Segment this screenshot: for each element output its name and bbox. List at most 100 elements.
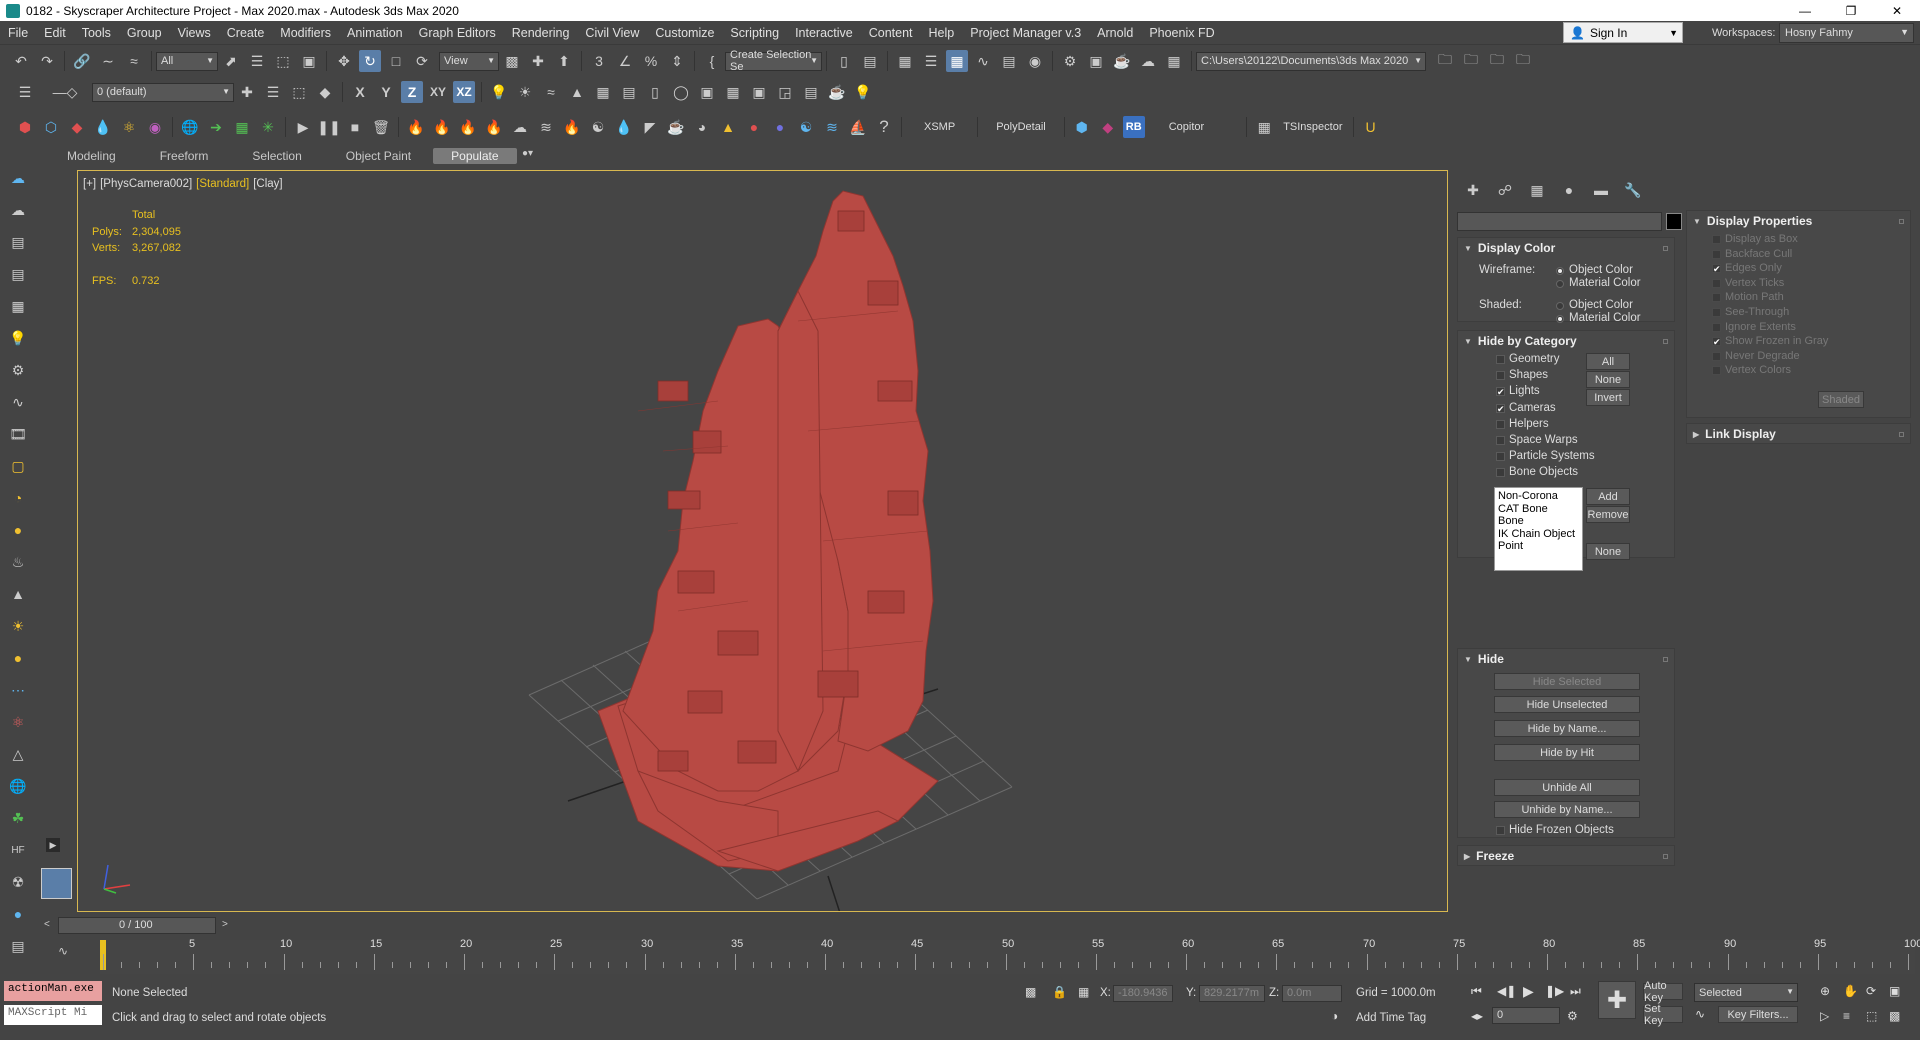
time-slider[interactable]: 0 / 100	[58, 917, 216, 934]
align-icon[interactable]: ▤	[859, 50, 881, 72]
sphere-grid-icon[interactable]: 🌐	[179, 116, 201, 138]
close-button[interactable]: ✕	[1874, 0, 1920, 21]
camera-icon[interactable]: ▣	[696, 81, 718, 103]
stairs-icon[interactable]: ▤	[618, 81, 640, 103]
toggle-ribbon-icon[interactable]: ▦	[946, 50, 968, 72]
perspective-viewport[interactable]: [+] [PhysCamera002] [Standard] [Clay] To…	[77, 170, 1448, 912]
globe-icon[interactable]: 🌐	[5, 774, 31, 798]
fire-liquid-icon[interactable]: 🔥	[483, 116, 505, 138]
workspace-select[interactable]: Hosny Fahmy ▼	[1779, 23, 1914, 43]
light-icon[interactable]: 💡	[488, 81, 510, 103]
maximize-viewport-icon[interactable]: ▣	[1889, 984, 1900, 998]
render-production-icon[interactable]: ☕	[1111, 50, 1133, 72]
polydetail-button[interactable]: PolyDetail	[982, 121, 1060, 133]
time-tag-icon[interactable]: ◑	[1331, 1009, 1338, 1023]
helix-icon[interactable]: ∿	[5, 390, 31, 414]
pan-view-icon[interactable]: ✋	[1843, 984, 1858, 998]
selection-filter-dropdown[interactable]: All ▼	[156, 51, 218, 71]
fire-icon[interactable]: 🔥	[405, 116, 427, 138]
hf-icon[interactable]: HF	[5, 838, 31, 862]
axis-y-button[interactable]: Y	[375, 81, 397, 103]
burst-icon[interactable]: ✳	[257, 116, 279, 138]
menu-item-animation[interactable]: Animation	[339, 26, 411, 40]
boat-icon[interactable]: ⛵	[847, 116, 869, 138]
angle-snap-icon[interactable]: ∠	[614, 50, 636, 72]
ribbon-tab-populate[interactable]: Populate	[433, 148, 517, 164]
stop-icon[interactable]: ■	[344, 116, 366, 138]
plugin-cube-icon[interactable]: ⬢	[1071, 116, 1093, 138]
display-prop-checkbox-ignore-extents[interactable]	[1712, 322, 1721, 332]
lock-selection-icon[interactable]: 🔒	[1052, 985, 1067, 999]
tsinspector-icon[interactable]: ▦	[1253, 116, 1275, 138]
fire-grid-icon[interactable]: 🔥	[457, 116, 479, 138]
filter-list[interactable]: Non-Corona CAT Bone Bone IK Chain Object Poi…	[1494, 487, 1583, 571]
wireframe-object-color-radio[interactable]	[1556, 267, 1564, 275]
display-prop-checkbox-see-through[interactable]	[1712, 308, 1721, 317]
hide-selected-button[interactable]: Hide Selected	[1494, 673, 1640, 690]
sign-in-dropdown[interactable]: 👤 Sign In ▼	[1563, 22, 1683, 43]
water-icon[interactable]: 💧	[613, 116, 635, 138]
rendered-frame-window-icon[interactable]: ▣	[1085, 50, 1107, 72]
place-icon[interactable]: ⟳	[411, 50, 433, 72]
gear-tool-icon[interactable]: ⚙	[5, 358, 31, 382]
menu-icon[interactable]: ☰	[14, 81, 36, 103]
next-frame-icon[interactable]: >	[222, 919, 228, 930]
splash-icon[interactable]: ◤	[639, 116, 661, 138]
key-filters-button[interactable]: Key Filters...	[1718, 1006, 1798, 1023]
next-key-icon[interactable]: ❚▶	[1545, 984, 1564, 998]
grid-icon[interactable]: ▦	[592, 81, 614, 103]
menu-item-content[interactable]: Content	[861, 26, 921, 40]
menu-item-scripting[interactable]: Scripting	[722, 26, 787, 40]
named-selection-dropdown[interactable]: Create Selection Se ▼	[725, 49, 822, 73]
hide-by-hit-button[interactable]: Hide by Hit	[1494, 744, 1640, 761]
display-properties-header[interactable]: ▼ Display Properties	[1687, 211, 1910, 231]
filter-list-item[interactable]: Bone	[1498, 515, 1579, 528]
menu-item-customize[interactable]: Customize	[647, 26, 722, 40]
select-by-name-icon[interactable]: ☰	[246, 50, 268, 72]
filter-add-button[interactable]: Add	[1586, 488, 1630, 505]
display-prop-checkbox-display-as-box[interactable]	[1712, 235, 1721, 244]
hide-by-category-header[interactable]: ▼ Hide by Category	[1458, 331, 1674, 351]
select-object-icon[interactable]: ⬈	[220, 50, 242, 72]
volcano-icon[interactable]: ▲	[717, 116, 739, 138]
ribbon-tab-modeling[interactable]: Modeling	[45, 149, 138, 163]
maxscript-mini-listener[interactable]: MAXScript Mi	[4, 1005, 102, 1025]
trash-icon[interactable]: 🗑	[370, 116, 392, 138]
shaded-object-color-radio[interactable]	[1556, 302, 1564, 310]
create-tab-icon[interactable]: ✚	[1459, 179, 1487, 201]
menu-item-edit[interactable]: Edit	[36, 26, 74, 40]
lamp-icon[interactable]: ◆	[66, 116, 88, 138]
layer-dropdown[interactable]: 0 (default) ▼	[92, 82, 234, 102]
add-time-tag[interactable]: Add Time Tag	[1356, 1012, 1426, 1024]
copitor-button[interactable]: Copitor	[1147, 121, 1226, 133]
menu-item-group[interactable]: Group	[119, 26, 170, 40]
set-key-button[interactable]: Set Key	[1643, 1003, 1683, 1027]
create-layer-icon[interactable]: ✚	[236, 81, 258, 103]
flame-icon[interactable]: 🔥	[561, 116, 583, 138]
key-mode-toggle-icon[interactable]: ◂▸	[1471, 1009, 1483, 1023]
unhide-all-button[interactable]: Unhide All	[1494, 779, 1640, 796]
sun-icon[interactable]: ☀	[514, 81, 536, 103]
category-checkbox-bone-objects[interactable]	[1496, 468, 1505, 478]
walk-through-icon[interactable]: ≡	[1843, 1009, 1850, 1023]
vertex-colors-shaded-button[interactable]: Shaded	[1818, 391, 1864, 408]
basket-icon[interactable]: ♨	[5, 550, 31, 574]
menu-item-rendering[interactable]: Rendering	[504, 26, 578, 40]
plugin-u-icon[interactable]: U	[1360, 116, 1382, 138]
schematic-view-icon[interactable]: ▤	[998, 50, 1020, 72]
set-key-big-icon[interactable]: ✚	[1598, 981, 1636, 1019]
wave-icon[interactable]: ☯	[795, 116, 817, 138]
minimize-button[interactable]: —	[1782, 0, 1828, 21]
unhide-by-name-button[interactable]: Unhide by Name...	[1494, 801, 1640, 818]
filter-list-item[interactable]: CAT Bone	[1498, 503, 1579, 516]
group-icon[interactable]: ◲	[774, 81, 796, 103]
play-icon[interactable]: ▶	[292, 116, 314, 138]
hide-none-button[interactable]: None	[1586, 371, 1630, 388]
hide-frozen-checkbox[interactable]	[1496, 826, 1505, 835]
create-geometry-icon[interactable]: ☁	[5, 166, 31, 190]
shaded-material-color-radio[interactable]	[1556, 315, 1564, 323]
jar-icon[interactable]: ●	[769, 116, 791, 138]
window-crossing-icon[interactable]: ▣	[298, 50, 320, 72]
axis-xz-button[interactable]: XZ	[453, 81, 475, 103]
orbit-view-icon[interactable]: ⟳	[1866, 984, 1876, 998]
